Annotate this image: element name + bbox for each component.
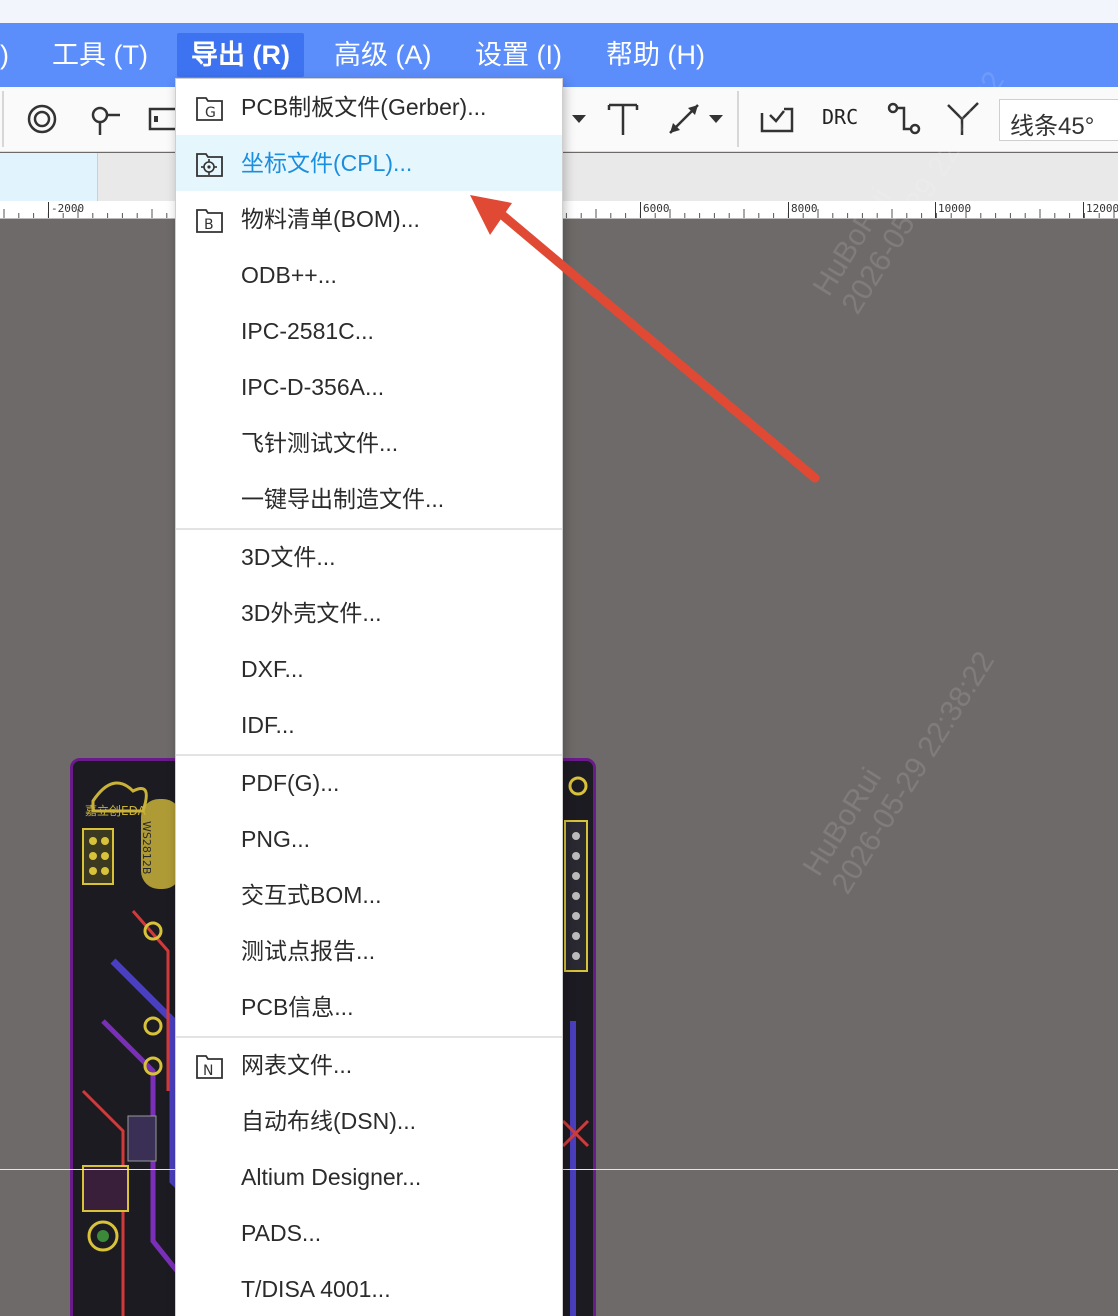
- menu-item-ipc356[interactable]: IPC-D-356A...: [176, 359, 562, 415]
- ruler-label: 12000: [1083, 202, 1118, 218]
- menu-item-label: 3D文件...: [241, 544, 336, 570]
- menu-help[interactable]: 帮助 (H): [592, 33, 719, 77]
- menu-item-label: DXF...: [241, 656, 304, 682]
- menu-item-label: ODB++...: [241, 262, 337, 288]
- window-top-strip: [0, 0, 1118, 23]
- document-tab[interactable]: [0, 153, 98, 201]
- menu-item-pdf[interactable]: PDF(G)...: [176, 755, 562, 811]
- toolbar-separator: [737, 91, 739, 147]
- menu-advanced[interactable]: 高级 (A): [320, 33, 446, 77]
- dimension-icon[interactable]: [664, 99, 704, 139]
- menu-item-label: 一键导出制造文件...: [241, 486, 445, 512]
- export-dropdown-menu: G PCB制板文件(Gerber)... 坐标文件(CPL)... B 物料清单…: [175, 78, 563, 1316]
- menu-item-label: 网表文件...: [241, 1052, 353, 1078]
- menu-item-label: 3D外壳文件...: [241, 600, 382, 626]
- menu-item-label: 测试点报告...: [241, 938, 376, 964]
- route-icon[interactable]: [758, 99, 798, 139]
- menu-partial[interactable]: ): [0, 33, 23, 77]
- watermark: HuBoRui 2026-05-29 22:38:22: [796, 645, 1002, 900]
- line-mode-select[interactable]: 线条45°: [999, 99, 1118, 141]
- coordinate-file-icon: [196, 153, 223, 177]
- ruler-label: 10000: [935, 202, 971, 218]
- menu-item-label: 物料清单(BOM)...: [241, 206, 420, 232]
- menu-item-test-point-report[interactable]: 测试点报告...: [176, 923, 562, 979]
- drc-button[interactable]: DRC: [822, 105, 858, 129]
- via-icon[interactable]: [22, 99, 62, 139]
- netlist-file-icon: N: [196, 1055, 223, 1079]
- svg-text:B: B: [204, 217, 214, 233]
- menu-item-interactive-bom[interactable]: 交互式BOM...: [176, 867, 562, 923]
- menu-item-gerber[interactable]: G PCB制板文件(Gerber)...: [176, 79, 562, 135]
- menu-item-odb[interactable]: ODB++...: [176, 247, 562, 303]
- probe-icon[interactable]: [86, 99, 126, 139]
- menu-item-label: T/DISA 4001...: [241, 1276, 391, 1302]
- menu-item-dxf[interactable]: DXF...: [176, 641, 562, 697]
- menu-item-label: PADS...: [241, 1220, 322, 1246]
- chevron-down-icon[interactable]: [566, 99, 606, 139]
- menu-item-label: PCB信息...: [241, 994, 354, 1020]
- menu-item-label: 坐标文件(CPL)...: [241, 150, 413, 176]
- pcb-logo-text: 嘉立创EDA: [85, 803, 147, 818]
- ruler-label: -2000: [48, 202, 84, 218]
- text-tool-icon[interactable]: [603, 99, 643, 139]
- toolbar-separator: [2, 91, 4, 147]
- menu-item-netlist[interactable]: N 网表文件...: [176, 1037, 562, 1093]
- menu-item-label: PCB制板文件(Gerber)...: [241, 94, 487, 120]
- svg-text:G: G: [205, 105, 216, 121]
- menu-item-altium[interactable]: Altium Designer...: [176, 1149, 562, 1205]
- bom-file-icon: B: [196, 209, 223, 233]
- menu-item-bom[interactable]: B 物料清单(BOM)...: [176, 191, 562, 247]
- menu-item-label: 自动布线(DSN)...: [241, 1108, 417, 1134]
- menu-item-pcb-info[interactable]: PCB信息...: [176, 979, 562, 1035]
- menu-item-label: IPC-D-356A...: [241, 374, 385, 400]
- menu-item-autoroute-dsn[interactable]: 自动布线(DSN)...: [176, 1093, 562, 1149]
- menu-item-3d-shell[interactable]: 3D外壳文件...: [176, 585, 562, 641]
- menu-item-one-click-export[interactable]: 一键导出制造文件...: [176, 471, 562, 527]
- menu-item-pads[interactable]: PADS...: [176, 1205, 562, 1261]
- menu-item-tdisa[interactable]: T/DISA 4001...: [176, 1261, 562, 1316]
- menu-item-label: IDF...: [241, 712, 295, 738]
- ruler-label: 6000: [640, 202, 670, 218]
- menu-item-cpl[interactable]: 坐标文件(CPL)...: [176, 135, 562, 191]
- ruler-label: 8000: [788, 202, 818, 218]
- menu-export[interactable]: 导出 (R): [177, 33, 304, 77]
- menu-item-png[interactable]: PNG...: [176, 811, 562, 867]
- svg-text:N: N: [203, 1063, 213, 1079]
- menu-item-label: 飞针测试文件...: [241, 430, 399, 456]
- menu-item-label: Altium Designer...: [241, 1164, 422, 1190]
- menu-item-label: PNG...: [241, 826, 311, 852]
- menu-item-label: 交互式BOM...: [241, 882, 382, 908]
- menu-item-flying-probe[interactable]: 飞针测试文件...: [176, 415, 562, 471]
- menu-tools[interactable]: 工具 (T): [38, 33, 162, 77]
- gerber-file-icon: G: [196, 97, 223, 121]
- menu-item-idf[interactable]: IDF...: [176, 697, 562, 753]
- pcb-chip-text: WS2812B: [140, 821, 153, 874]
- menu-item-3d-file[interactable]: 3D文件...: [176, 529, 562, 585]
- menu-settings[interactable]: 设置 (I): [461, 33, 576, 77]
- menu-item-ipc2581[interactable]: IPC-2581C...: [176, 303, 562, 359]
- menu-item-label: IPC-2581C...: [241, 318, 374, 344]
- menu-item-label: PDF(G)...: [241, 770, 340, 796]
